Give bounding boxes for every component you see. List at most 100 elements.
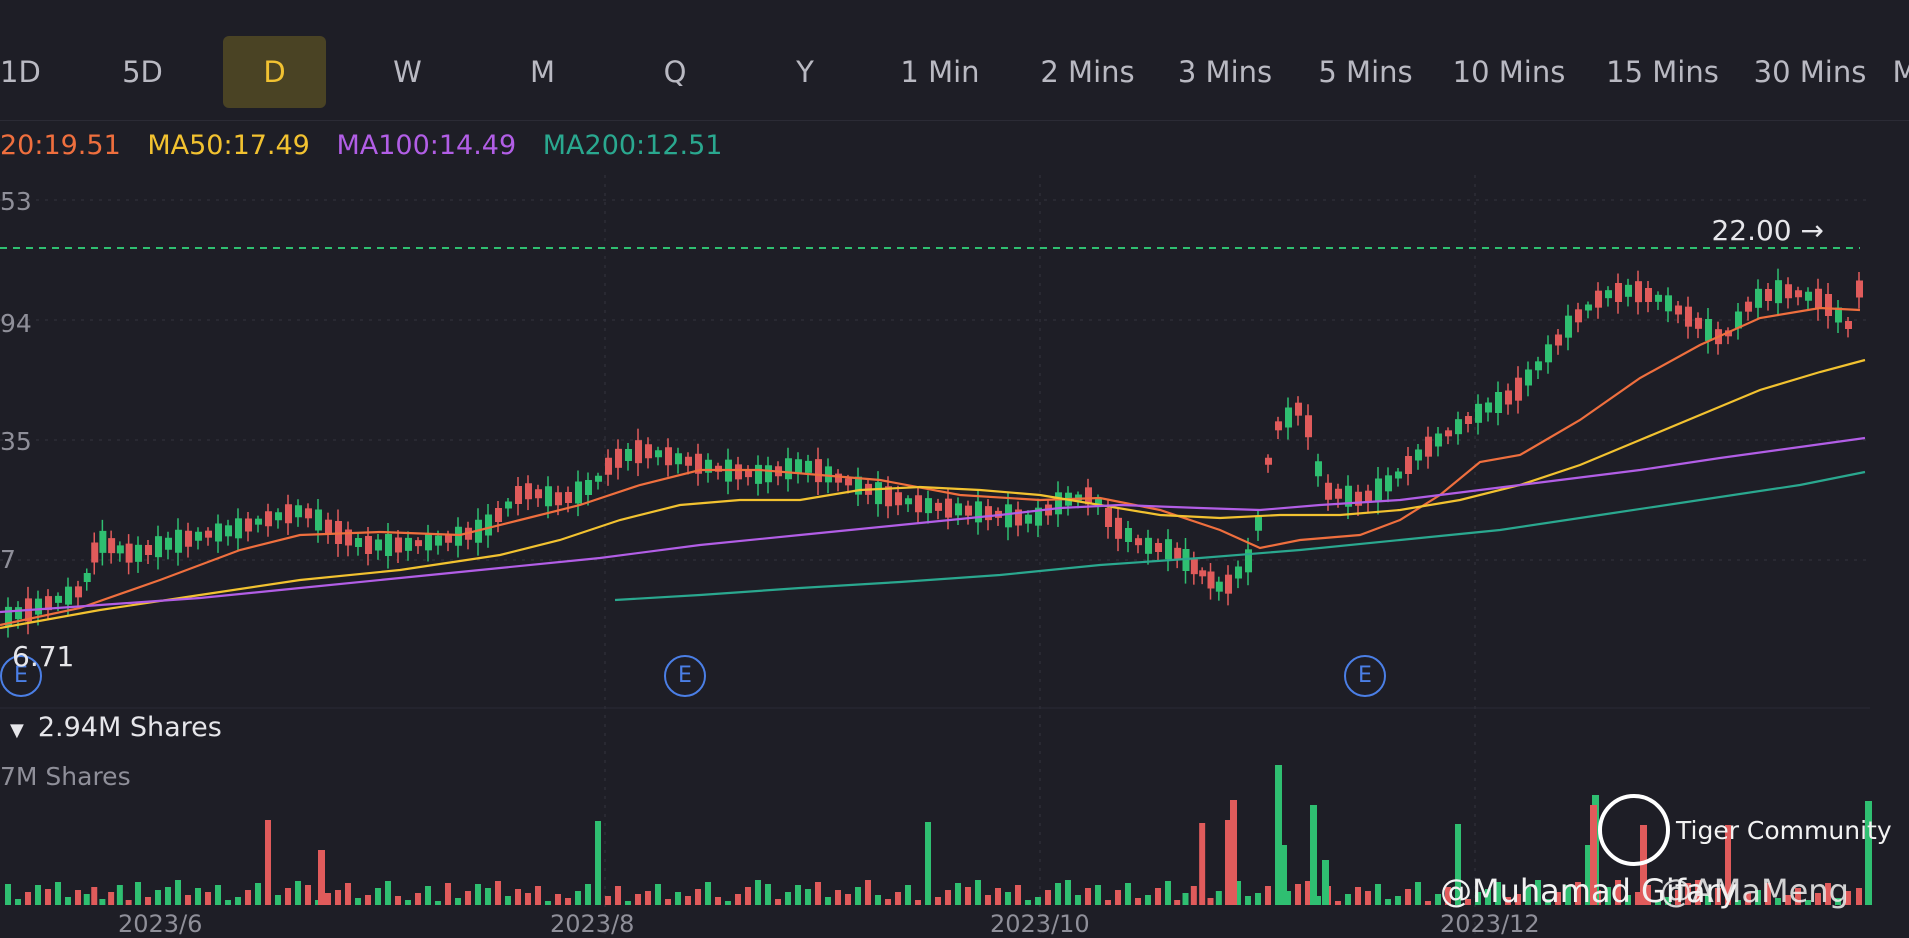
candle-body xyxy=(35,598,42,615)
tab-w[interactable]: W xyxy=(370,36,445,108)
volume-bar xyxy=(15,899,21,905)
ma20-line xyxy=(0,306,1861,627)
candle-body xyxy=(675,453,682,465)
volume-bar xyxy=(1095,885,1101,905)
candle-body xyxy=(1445,430,1452,437)
candle-body xyxy=(1255,516,1262,531)
volume-bar xyxy=(885,899,891,905)
candle-body xyxy=(1635,281,1642,303)
volume-bar xyxy=(845,894,851,905)
date-label: 2023/10 xyxy=(990,910,1090,938)
tab-q[interactable]: Q xyxy=(640,36,710,108)
volume-bar xyxy=(1182,893,1189,905)
ma50-line xyxy=(0,358,1866,630)
price-axis-label: 53 xyxy=(0,187,32,216)
volume-bar xyxy=(1035,897,1041,905)
candle-body xyxy=(155,536,162,558)
volume-bar xyxy=(725,901,731,905)
candle-body xyxy=(1545,344,1552,363)
tab-1d[interactable]: 1D xyxy=(0,36,41,108)
candle-body xyxy=(1675,305,1682,315)
volume-bar xyxy=(1174,900,1181,905)
volume-bar xyxy=(1215,891,1222,905)
tab-m[interactable]: M xyxy=(1890,36,1909,108)
tab-30-mins[interactable]: 30 Mins xyxy=(1740,36,1880,108)
tab-5-mins[interactable]: 5 Mins xyxy=(1298,36,1433,108)
tab-3-mins[interactable]: 3 Mins xyxy=(1155,36,1295,108)
volume-bar xyxy=(785,892,791,905)
candle-body xyxy=(1190,559,1198,575)
volume-bar xyxy=(755,880,761,905)
candle-body xyxy=(1785,284,1792,299)
volume-bar xyxy=(1245,896,1251,905)
candle-body xyxy=(1005,504,1012,528)
volume-bar xyxy=(665,899,671,905)
tiger-logo-icon xyxy=(1598,794,1670,866)
candle-body xyxy=(525,483,532,500)
candle-body xyxy=(235,518,242,539)
volume-bar xyxy=(1045,890,1051,905)
candle-body xyxy=(375,539,382,551)
candle-body xyxy=(595,475,602,482)
candle-body xyxy=(755,464,762,484)
earnings-badge[interactable]: E xyxy=(1344,655,1386,697)
tab-1-min[interactable]: 1 Min xyxy=(875,36,1005,108)
candle-body xyxy=(555,492,562,506)
candle-body xyxy=(815,459,822,483)
candle-body xyxy=(435,535,442,546)
tab-d[interactable]: D xyxy=(223,36,326,108)
volume-header[interactable]: ▼ 2.94M Shares xyxy=(0,712,222,743)
tab-5d[interactable]: 5D xyxy=(95,36,190,108)
candle-body xyxy=(685,456,692,466)
candle-body xyxy=(1215,581,1223,592)
candle-body xyxy=(1805,291,1812,301)
candle-body xyxy=(1685,306,1692,327)
volume-bar xyxy=(305,885,311,905)
earnings-badge[interactable]: E xyxy=(664,655,706,697)
date-label: 2023/6 xyxy=(118,910,203,938)
tab-y[interactable]: Y xyxy=(770,36,840,108)
tab-m[interactable]: M xyxy=(510,36,575,108)
candle-body xyxy=(395,537,402,553)
candle-body xyxy=(935,502,942,511)
volume-bar xyxy=(275,895,281,905)
ma20-label: 20:19.51 xyxy=(0,130,121,161)
volume-bar xyxy=(735,894,741,905)
volume-bar xyxy=(1115,890,1121,905)
volume-bar xyxy=(445,883,451,905)
candle-body xyxy=(955,503,962,516)
candle-body xyxy=(965,505,972,516)
price-axis-label: 7 xyxy=(0,545,16,574)
candle-body xyxy=(1535,361,1542,371)
volume-bar xyxy=(575,891,581,905)
timeframe-tabs: 1D 5D D W M Q Y 1 Min 2 Mins 3 Mins 5 Mins 10 Mins 1… xyxy=(0,0,1909,121)
candle-body xyxy=(1235,566,1242,579)
candle-body xyxy=(1495,392,1502,413)
volume-bar xyxy=(185,895,191,905)
volume-bar xyxy=(705,882,711,905)
candle-body xyxy=(1275,421,1282,431)
candle-body xyxy=(1856,280,1863,298)
candle-body xyxy=(785,458,792,480)
volume-bar xyxy=(215,885,221,905)
volume-bar xyxy=(175,880,181,905)
tab-10-mins[interactable]: 10 Mins xyxy=(1438,36,1580,108)
volume-bar xyxy=(1025,900,1031,905)
candle-body xyxy=(1525,369,1532,386)
volume-bar xyxy=(116,885,123,905)
tab-2-mins[interactable]: 2 Mins xyxy=(1015,36,1160,108)
candle-body xyxy=(1795,290,1802,298)
volume-bar xyxy=(1375,884,1381,905)
volume-bar xyxy=(655,884,661,905)
candle-body xyxy=(265,511,272,527)
volume-bar xyxy=(1105,900,1111,905)
volume-bar xyxy=(955,883,961,905)
volume-bar xyxy=(1135,898,1141,905)
tab-15-mins[interactable]: 15 Mins xyxy=(1595,36,1730,108)
volume-bar xyxy=(515,889,521,905)
current-price-tag: 22.00 → xyxy=(1711,214,1824,247)
candle-body xyxy=(625,449,632,461)
candle-body xyxy=(1425,436,1432,457)
volume-bar xyxy=(245,890,251,905)
candle-body xyxy=(305,508,312,519)
